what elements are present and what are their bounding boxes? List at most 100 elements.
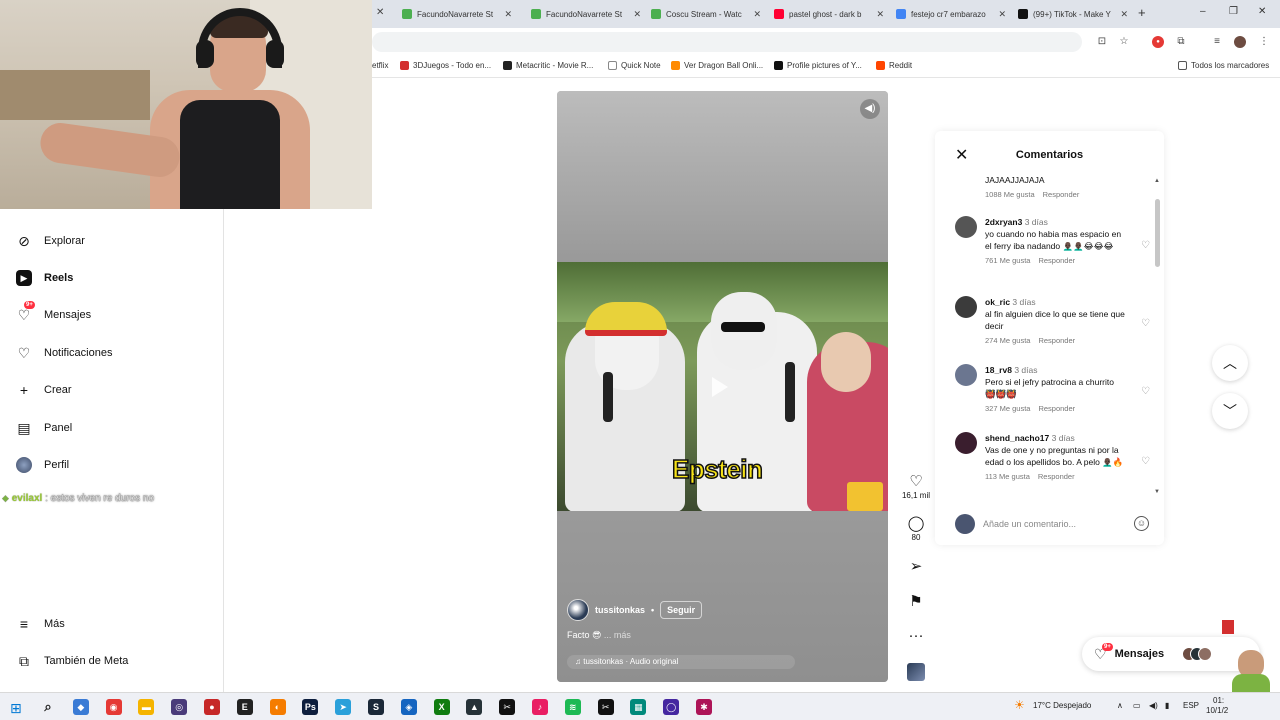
avatar[interactable] bbox=[955, 216, 977, 238]
window-close-button[interactable]: ✕ bbox=[1258, 6, 1266, 17]
app-red-icon[interactable]: ● bbox=[204, 699, 220, 715]
comment-likes[interactable]: 761 Me gusta bbox=[985, 256, 1030, 265]
obs-icon[interactable]: ◎ bbox=[171, 699, 188, 715]
sidebar-item-panel[interactable]: ▤ Panel bbox=[16, 420, 72, 436]
search-icon[interactable]: ⌕ bbox=[40, 699, 56, 715]
heart-icon[interactable]: ♡ bbox=[1141, 318, 1150, 329]
bookmark-item[interactable]: Profile pictures of Y... bbox=[774, 61, 862, 70]
previous-reel-button[interactable]: ︿ bbox=[1212, 345, 1248, 381]
sidebar-item-explorar[interactable]: ⊘ Explorar bbox=[16, 233, 85, 249]
author-username[interactable]: tussitonkas bbox=[595, 605, 645, 615]
bookmark-item[interactable]: Ver Dragon Ball Onli... bbox=[671, 61, 763, 70]
tiktok-icon[interactable]: ♪ bbox=[532, 699, 548, 715]
next-reel-button[interactable]: ﹀ bbox=[1212, 393, 1248, 429]
share-action[interactable]: ➢ bbox=[901, 558, 931, 576]
sidebar-item-mensajes[interactable]: ♡ 9+ Mensajes bbox=[16, 301, 91, 323]
avatar[interactable] bbox=[955, 432, 977, 454]
reply-button[interactable]: Responder bbox=[1038, 336, 1075, 345]
bookmark-item[interactable]: etflix bbox=[372, 61, 388, 70]
maximize-button[interactable]: ❐ bbox=[1229, 6, 1238, 17]
comment-likes[interactable]: 327 Me gusta bbox=[985, 404, 1030, 413]
tab-close-icon[interactable]: ✕ bbox=[504, 9, 512, 20]
tab-close-icon[interactable]: ✕ bbox=[376, 7, 384, 18]
capcut2-icon[interactable]: ✂ bbox=[597, 699, 614, 715]
comment-input-row[interactable]: Añade un comentario... ☺ bbox=[955, 513, 1149, 535]
bookmark-item[interactable]: Metacritic - Movie R... bbox=[503, 61, 593, 70]
comment-likes[interactable]: 113 Me gusta bbox=[985, 472, 1030, 481]
address-bar[interactable] bbox=[372, 32, 1082, 52]
app-icon[interactable]: ▲ bbox=[466, 699, 483, 715]
chrome-icon[interactable]: ◉ bbox=[105, 699, 122, 715]
heart-icon[interactable]: ♡ bbox=[1141, 386, 1150, 397]
bookmark-item[interactable]: Quick Note bbox=[608, 61, 661, 70]
extension-icon[interactable]: ● bbox=[1152, 36, 1164, 48]
bookmark-item[interactable]: 3DJuegos - Todo en... bbox=[400, 61, 491, 70]
orange-app-icon[interactable]: ◐ bbox=[269, 699, 286, 715]
tab-close-icon[interactable]: ✕ bbox=[633, 9, 641, 20]
comment-username[interactable]: shend_nacho17 bbox=[985, 433, 1049, 443]
browser-tab[interactable]: pastel ghost - dark b ✕ bbox=[768, 4, 890, 24]
media-control-icon[interactable]: ≡ bbox=[1211, 36, 1223, 48]
epic-icon[interactable]: E bbox=[236, 699, 253, 715]
comment-username[interactable]: ok_ric bbox=[985, 297, 1010, 307]
photoshop-icon[interactable]: Ps bbox=[302, 699, 319, 715]
battery-icon[interactable]: ▮ bbox=[1165, 701, 1169, 710]
browser-menu-icon[interactable]: ⋮ bbox=[1258, 36, 1270, 48]
sidebar-item-meta[interactable]: ⧉ También de Meta bbox=[16, 653, 128, 669]
weather-text[interactable]: 17°C Despejado bbox=[1033, 701, 1091, 710]
audio-thumbnail[interactable] bbox=[907, 663, 925, 681]
sidebar-item-menu[interactable]: ≡ Más bbox=[16, 616, 65, 632]
browser-tab[interactable]: Coscu Stream - Watc ✕ bbox=[645, 4, 767, 24]
save-action[interactable]: ⚑ bbox=[901, 593, 931, 611]
profile-avatar-icon[interactable] bbox=[1234, 36, 1246, 48]
app-purple-icon[interactable]: ◯ bbox=[663, 699, 680, 715]
clock-date[interactable]: 10/1/2 bbox=[1206, 706, 1228, 715]
copilot-icon[interactable]: ◆ bbox=[72, 699, 89, 715]
sidebar-item-perfil[interactable]: Perfil bbox=[16, 457, 69, 473]
sidebar-item-notificaciones[interactable]: ♡ Notificaciones bbox=[16, 345, 113, 361]
windows-start-icon[interactable]: ⊞ bbox=[10, 700, 22, 717]
emoji-icon[interactable]: ☺ bbox=[1134, 516, 1149, 531]
capcut-icon[interactable]: ✂ bbox=[499, 699, 516, 715]
heart-icon[interactable]: ♡ bbox=[1141, 240, 1150, 251]
clock-time[interactable]: 01: bbox=[1213, 696, 1224, 705]
bookmark-star-icon[interactable]: ☆ bbox=[1118, 36, 1130, 48]
browser-tab[interactable]: (99+) TikTok - Make Y ✕ bbox=[1012, 4, 1134, 24]
heart-icon[interactable]: ♡ bbox=[1141, 456, 1150, 467]
browser-tab[interactable]: FacundoNavarrete St ✕ bbox=[396, 4, 518, 24]
sound-icon[interactable]: ◀) bbox=[860, 99, 880, 119]
share-icon[interactable]: ➢ bbox=[901, 558, 931, 576]
tab-close-icon[interactable]: ✕ bbox=[998, 9, 1006, 20]
avatar[interactable] bbox=[955, 296, 977, 318]
browser-tab[interactable]: FacundoNavarrete St ✕ bbox=[525, 4, 647, 24]
tab-close-icon[interactable]: ✕ bbox=[876, 9, 884, 20]
follow-button[interactable]: Seguir bbox=[660, 601, 703, 619]
bookmark-item[interactable]: Todos los marcadores bbox=[1178, 61, 1269, 70]
reply-button[interactable]: Responder bbox=[1038, 256, 1075, 265]
comments-scrollbar[interactable] bbox=[1155, 199, 1160, 267]
bookmark-item[interactable]: Reddit bbox=[876, 61, 912, 70]
more-action[interactable]: ··· bbox=[901, 627, 931, 645]
tray-arrow-icon[interactable]: ∧ bbox=[1117, 701, 1123, 710]
play-icon[interactable] bbox=[712, 377, 728, 397]
more-link[interactable]: ... más bbox=[601, 630, 631, 640]
browser-tab[interactable]: festejo cr7 embarazo ✕ bbox=[890, 4, 1012, 24]
sidebar-item-reels[interactable]: ▶ Reels bbox=[16, 270, 73, 286]
comment-icon[interactable]: ◯ bbox=[901, 515, 931, 533]
reply-button[interactable]: Responder bbox=[1043, 190, 1080, 199]
notepad-icon[interactable]: ▦ bbox=[630, 699, 647, 715]
comment-username[interactable]: 18_rv8 bbox=[985, 365, 1012, 375]
more-dots-icon[interactable]: ··· bbox=[901, 627, 931, 645]
reply-button[interactable]: Responder bbox=[1038, 404, 1075, 413]
new-tab-button[interactable]: + bbox=[1138, 5, 1146, 20]
like-action[interactable]: ♡ 16,1 mil bbox=[901, 473, 931, 500]
comment-likes[interactable]: 1088 Me gusta bbox=[985, 190, 1035, 199]
comment-input[interactable]: Añade un comentario... bbox=[983, 519, 1076, 529]
install-icon[interactable]: ⊡ bbox=[1096, 36, 1108, 48]
minimize-button[interactable]: – bbox=[1200, 6, 1206, 17]
comment-action[interactable]: ◯ 80 bbox=[901, 515, 931, 542]
app-pink-icon[interactable]: ✱ bbox=[696, 699, 712, 715]
extensions-puzzle-icon[interactable]: ⧉ bbox=[1175, 36, 1187, 48]
steam-icon[interactable]: S bbox=[368, 699, 384, 715]
blue-app-icon[interactable]: ◈ bbox=[400, 699, 417, 715]
